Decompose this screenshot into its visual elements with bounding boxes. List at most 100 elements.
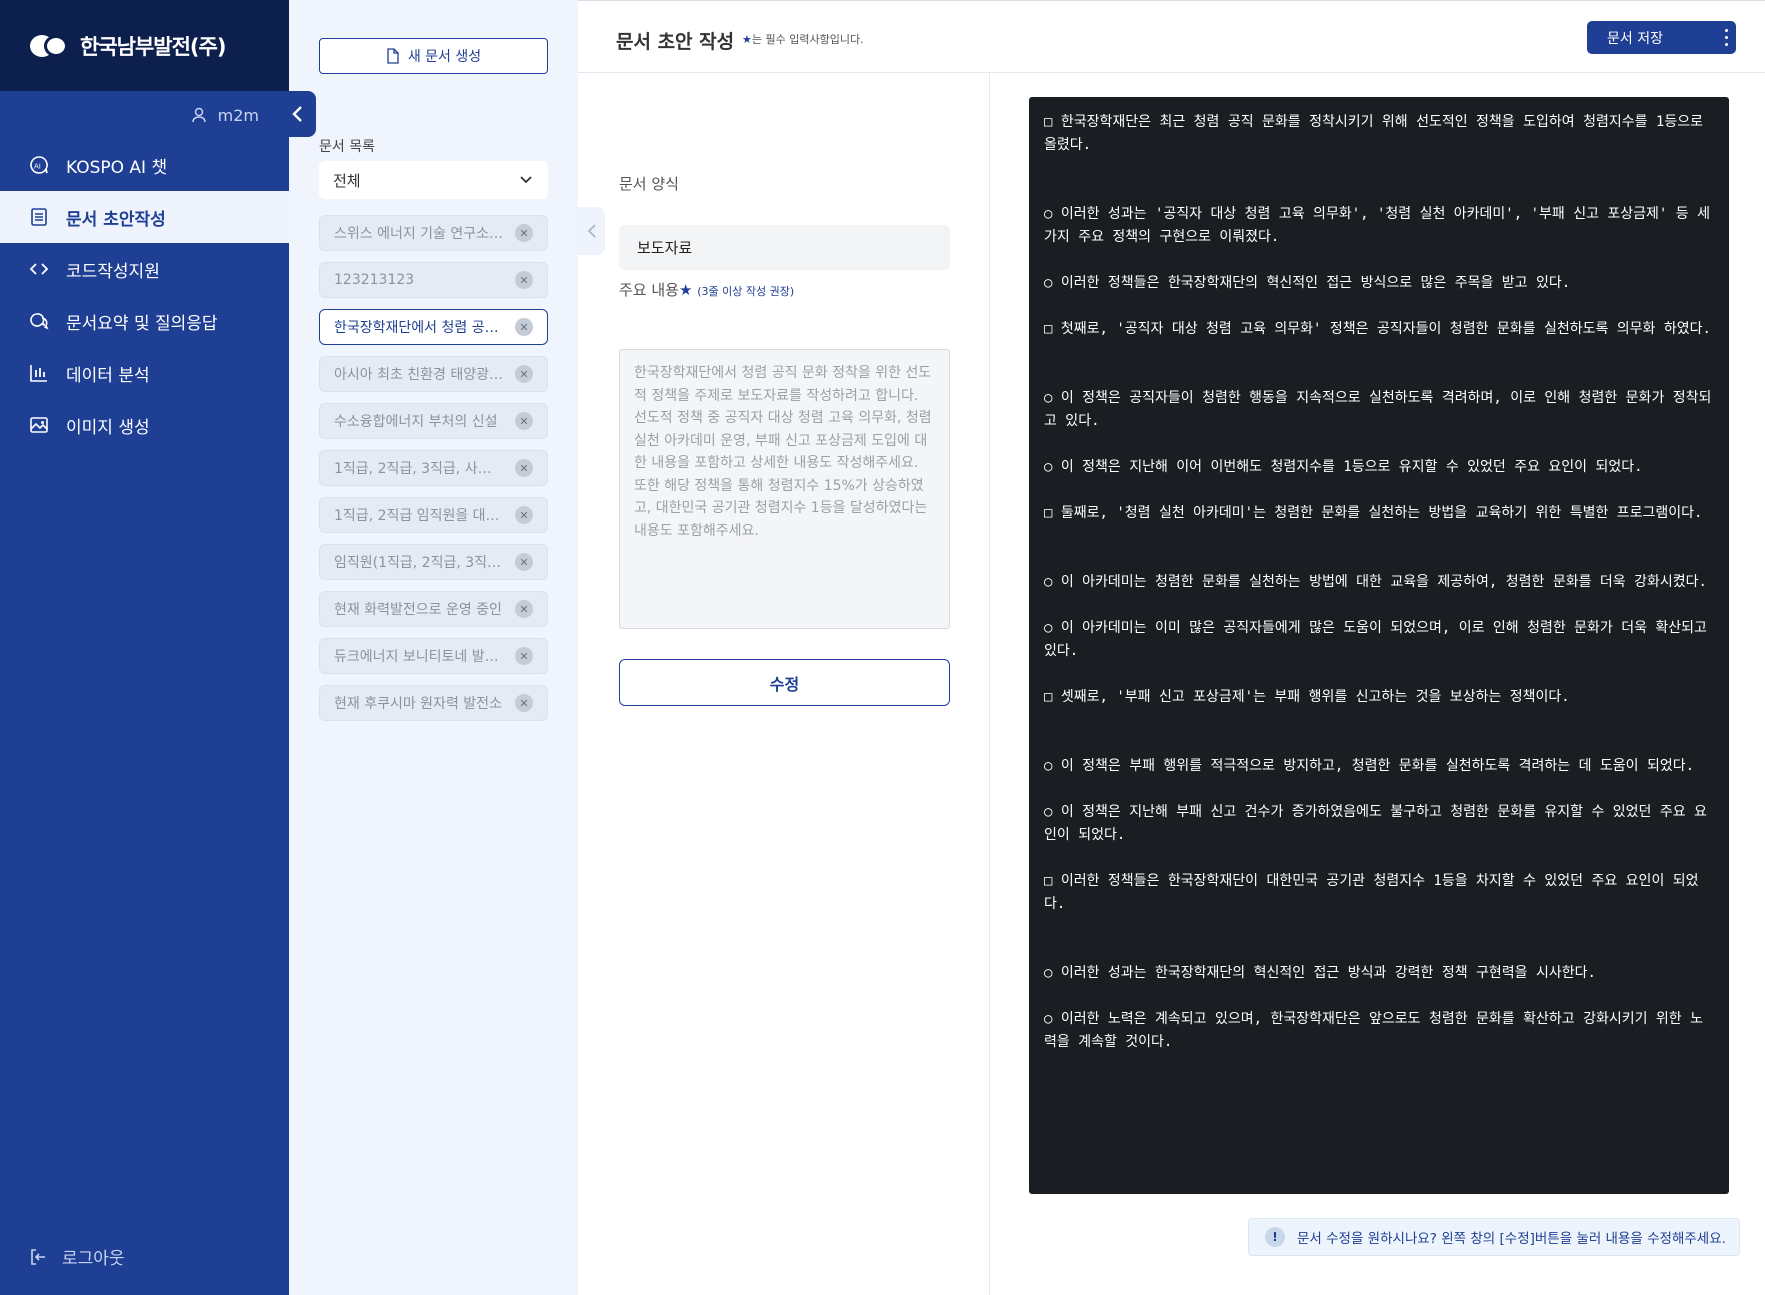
document-list-title: 문서 목록: [319, 139, 375, 155]
delete-document-icon[interactable]: ✕: [515, 647, 533, 665]
nav-item-data-analysis[interactable]: 데이터 분석: [0, 347, 289, 399]
document-bullet-paragraph: ○ 이 아카데미는 이미 많은 공직자들에게 많은 도움이 되었으며, 이로 인…: [1044, 620, 1707, 659]
document-list-item[interactable]: 수소융합에너지 부처의 신설 ✕: [319, 403, 548, 439]
delete-document-icon[interactable]: ✕: [515, 412, 533, 430]
ai-chat-icon: AI: [30, 156, 48, 174]
document-title: 듀크에너지 보니티토네 발전소: [334, 649, 504, 665]
document-heading-paragraph: □ 첫째로, '공직자 대상 청렴 고육 의무화' 정책은 공직자들이 청렴한 …: [1044, 321, 1711, 337]
delete-document-icon[interactable]: ✕: [515, 553, 533, 571]
document-filter-select[interactable]: 전체: [319, 161, 548, 199]
document-heading-paragraph: □ 셋째로, '부패 신고 포상금제'는 부패 행위를 신고하는 것을 보상하는…: [1044, 689, 1570, 705]
document-list-item[interactable]: 현재 후쿠시마 원자력 발전소 ✕: [319, 685, 548, 721]
format-value: 보도자료: [637, 239, 693, 257]
document-list-item[interactable]: 1직급, 2직급, 3직급, 사원 임직원 ✕: [319, 450, 548, 486]
document-title: 123213123: [334, 272, 415, 288]
nav-item-document-draft[interactable]: 문서 초안작성: [0, 191, 289, 243]
brand-header: 한국남부발전(주): [0, 0, 289, 91]
info-note-text: 문서 수정을 원하시나요? 왼쪽 창의 [수정]버튼을 눌러 내용을 수정해주세…: [1297, 1231, 1726, 1247]
brand-name: 한국남부발전(주): [80, 34, 226, 59]
more-options-icon[interactable]: [1724, 29, 1728, 46]
panel-collapse-button[interactable]: [578, 207, 605, 255]
nav-item-label: KOSPO AI 챗: [66, 157, 168, 178]
content-required-star: ★: [678, 281, 693, 299]
chat-bubble-icon: [30, 313, 49, 330]
edit-info-note: ! 문서 수정을 원하시나요? 왼쪽 창의 [수정]버튼을 눌러 내용을 수정해…: [1248, 1218, 1740, 1256]
nav-item-doc-summary[interactable]: 문서요약 및 질의응답: [0, 295, 289, 347]
document-list-item[interactable]: 현재 화력발전으로 운영 중인 ✕: [319, 591, 548, 627]
generated-document: □ 한국장학재단은 최근 청렴 공직 문화를 정착시키기 위해 선도적인 정책을…: [1029, 97, 1729, 1194]
file-icon: [387, 48, 399, 64]
nav-item-label: 데이터 분석: [66, 365, 150, 386]
document-list-item[interactable]: 듀크에너지 보니티토네 발전소 ✕: [319, 638, 548, 674]
document-bullet-paragraph: ○ 이 정책은 공직자들이 청렴한 행동을 지속적으로 실천하도록 격려하며, …: [1044, 390, 1712, 429]
required-note: ★는 필수 입력사항입니다.: [742, 31, 864, 47]
document-list-item[interactable]: 스위스 에너지 기술 연구소에서 AI ✕: [319, 215, 548, 251]
document-bullet-paragraph: ○ 이 정책은 지난해 이어 이번해도 청렴지수를 1등으로 유지할 수 있었던…: [1044, 459, 1643, 475]
document-list-item[interactable]: 123213123 ✕: [319, 262, 548, 298]
info-icon: !: [1265, 1227, 1285, 1247]
page-title: 문서 초안 작성: [616, 31, 735, 53]
edit-button[interactable]: 수정: [619, 659, 950, 706]
save-document-button[interactable]: 문서 저장: [1587, 21, 1736, 54]
document-bullet-paragraph: ○ 이러한 정책들은 한국장학재단의 혁신적인 접근 방식으로 많은 주목을 받…: [1044, 275, 1571, 291]
document-bullet-paragraph: ○ 이러한 성과는 한국장학재단의 혁신적인 접근 방식과 강력한 정책 구현력…: [1044, 965, 1596, 981]
delete-document-icon[interactable]: ✕: [515, 271, 533, 289]
delete-document-icon[interactable]: ✕: [515, 506, 533, 524]
document-icon: [31, 208, 47, 226]
delete-document-icon[interactable]: ✕: [515, 318, 533, 336]
nav-item-label: 문서 초안작성: [66, 209, 166, 230]
document-list-item[interactable]: 1직급, 2직급 임직원을 대상으로 ✕: [319, 497, 548, 533]
nav-item-label: 문서요약 및 질의응답: [66, 313, 218, 334]
sidebar-nav: AI KOSPO AI 챗 문서 초안작성 코드작성지원 문서요약 및 질의응답…: [0, 139, 289, 451]
logout-button[interactable]: 로그아웃: [28, 1244, 125, 1269]
content-text: 한국장학재단에서 청렴 공직 문화 정착을 위한 선도적 정책을 주제로 보도자…: [634, 365, 932, 539]
logout-label: 로그아웃: [62, 1249, 125, 1269]
document-bullet-paragraph: ○ 이 정책은 부패 행위를 적극적으로 방지하고, 청렴한 문화를 실천하도록…: [1044, 758, 1695, 774]
nav-item-code-support[interactable]: 코드작성지원: [0, 243, 289, 295]
delete-document-icon[interactable]: ✕: [515, 459, 533, 477]
document-bullet-paragraph: ○ 이 정책은 지난해 부패 신고 건수가 증가하였음에도 불구하고 청렴한 문…: [1044, 804, 1707, 843]
chevron-down-icon: [520, 176, 532, 184]
content-hint: (3줄 이상 작성 권장): [697, 285, 795, 298]
user-name: m2m: [217, 105, 259, 125]
new-document-label: 새 문서 생성: [407, 49, 482, 65]
document-list-panel: 새 문서 생성 문서 목록 전체 스위스 에너지 기술 연구소에서 AI✕ 123…: [289, 0, 578, 1295]
top-bar: 문서 초안 작성 ★는 필수 입력사항입니다. 문서 저장: [578, 0, 1765, 73]
document-list-item[interactable]: 임직원(1직급, 2직급, 3직급, 사원) ✕: [319, 544, 548, 580]
document-list-item[interactable]: 아시아 최초 친환경 태양광 발전 ✕: [319, 356, 548, 392]
nav-item-ai-chat[interactable]: AI KOSPO AI 챗: [0, 139, 289, 191]
save-label: 문서 저장: [1607, 30, 1663, 47]
document-title: 아시아 최초 친환경 태양광 발전: [334, 367, 504, 383]
format-field[interactable]: 보도자료: [619, 225, 950, 270]
nav-item-image-generation[interactable]: 이미지 생성: [0, 399, 289, 451]
main-area: 문서 초안 작성 ★는 필수 입력사항입니다. 문서 저장 문서 양식 보도자료…: [578, 0, 1765, 1295]
delete-document-icon[interactable]: ✕: [515, 694, 533, 712]
logout-icon: [31, 1248, 45, 1265]
document-title: 현재 후쿠시마 원자력 발전소: [334, 696, 502, 712]
company-logo-icon: [30, 34, 70, 57]
sidebar: 한국남부발전(주) m2m AI KOSPO AI 챗 문서 초안작성 코드작성…: [0, 0, 289, 1295]
delete-document-icon[interactable]: ✕: [515, 365, 533, 383]
delete-document-icon[interactable]: ✕: [515, 600, 533, 618]
document-heading-paragraph: □ 이러한 정책들은 한국장학재단이 대한민국 공기관 청렴지수 1등을 차지할…: [1044, 873, 1699, 912]
document-heading-paragraph: □ 한국장학재단은 최근 청렴 공직 문화를 정착시키기 위해 선도적인 정책을…: [1044, 114, 1703, 153]
content-label: 주요 내용: [619, 281, 679, 299]
nav-item-label: 코드작성지원: [66, 261, 160, 282]
content-textarea[interactable]: 한국장학재단에서 청렴 공직 문화 정착을 위한 선도적 정책을 주제로 보도자…: [619, 349, 950, 629]
content-label-row: 주요 내용★ (3줄 이상 작성 권장): [619, 279, 794, 300]
chevron-left-icon: [292, 106, 302, 122]
new-document-button[interactable]: 새 문서 생성: [319, 38, 548, 74]
sidebar-collapse-button[interactable]: [280, 91, 316, 137]
document-list-item[interactable]: 한국장학재단에서 청렴 공직 문화 ✕: [319, 309, 548, 345]
delete-document-icon[interactable]: ✕: [515, 224, 533, 242]
user-icon: [191, 107, 206, 123]
